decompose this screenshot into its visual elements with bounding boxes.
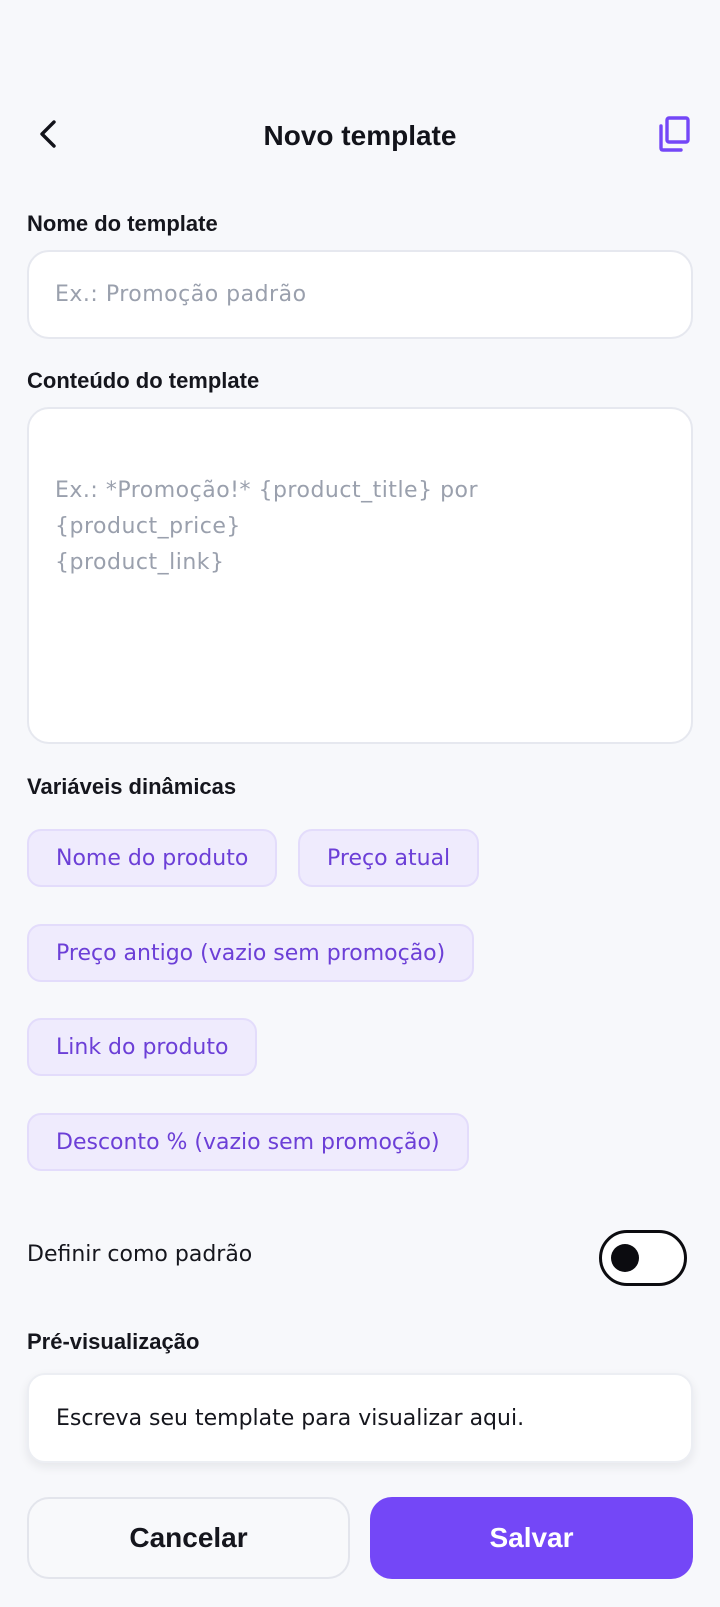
variable-chip-current-price[interactable]: Preço atual — [298, 829, 480, 887]
variable-chip-discount[interactable]: Desconto % (vazio sem promoção) — [27, 1113, 469, 1171]
copy-button[interactable] — [652, 114, 696, 158]
template-name-label: Nome do template — [27, 211, 218, 236]
toggle-knob — [611, 1244, 639, 1272]
template-name-placeholder: Ex.: Promoção padrão — [55, 282, 307, 307]
save-button[interactable]: Salvar — [370, 1497, 693, 1579]
set-default-label: Definir como padrão — [27, 1242, 253, 1267]
preview-label: Pré-visualização — [27, 1329, 200, 1354]
copy-icon — [657, 115, 691, 157]
preview-text: Escreva seu template para visualizar aqu… — [56, 1405, 525, 1431]
variable-chip-product-name[interactable]: Nome do produto — [27, 829, 278, 887]
dynamic-variables-label: Variáveis dinâmicas — [27, 774, 237, 799]
template-content-placeholder: Ex.: *Promoção!* {product_title} por {pr… — [55, 478, 479, 575]
set-default-toggle[interactable] — [599, 1230, 687, 1286]
template-name-input[interactable]: Ex.: Promoção padrão — [27, 250, 693, 339]
header: Novo template — [0, 104, 720, 168]
cancel-button[interactable]: Cancelar — [27, 1497, 350, 1579]
template-content-label: Conteúdo do template — [27, 368, 260, 393]
template-content-textarea[interactable]: Ex.: *Promoção!* {product_title} por {pr… — [27, 407, 693, 744]
variable-chip-product-link[interactable]: Link do produto — [27, 1018, 258, 1076]
new-template-screen: Novo template Nome do template Ex.: Prom… — [0, 0, 720, 1607]
preview-box: Escreva seu template para visualizar aqu… — [27, 1373, 693, 1463]
page-title: Novo template — [263, 120, 457, 151]
variable-chip-old-price[interactable]: Preço antigo (vazio sem promoção) — [27, 924, 475, 982]
